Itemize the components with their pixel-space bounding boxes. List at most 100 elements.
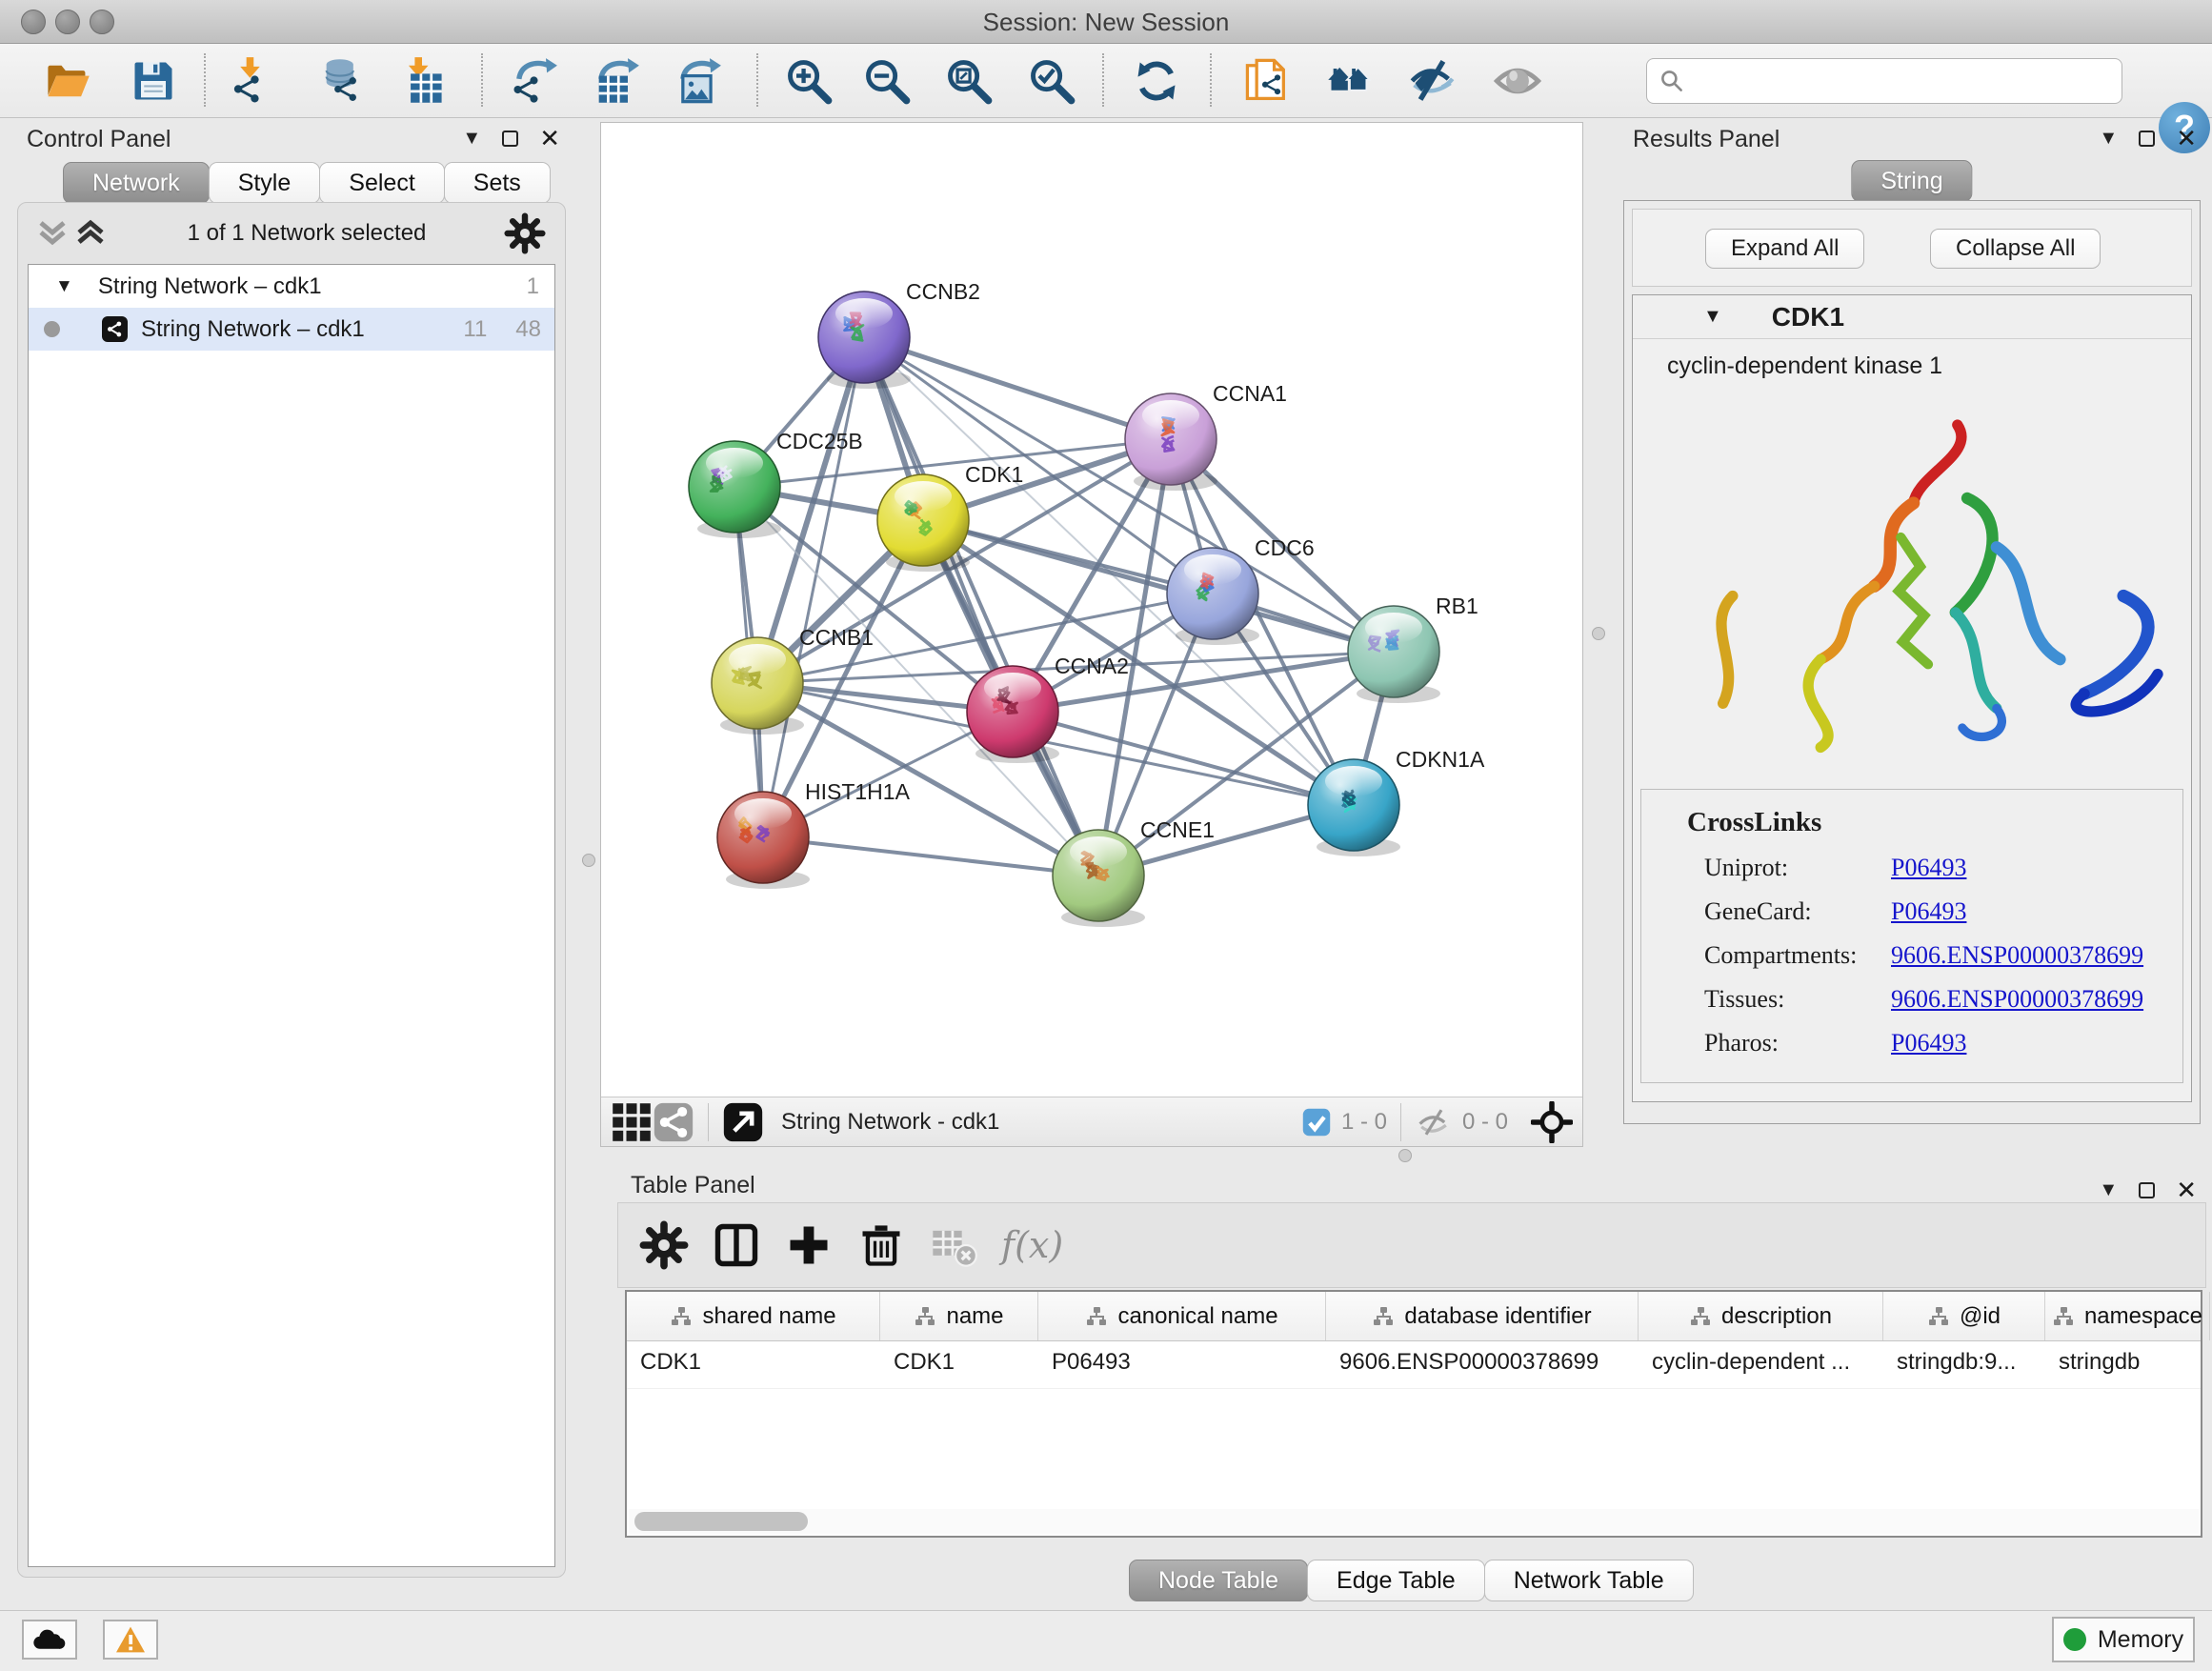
float-panel-icon[interactable] bbox=[502, 131, 518, 147]
collapse-panel-icon[interactable]: ▼ bbox=[462, 128, 481, 150]
show-panel-icon[interactable] bbox=[1487, 53, 1548, 109]
home-icon[interactable] bbox=[1319, 53, 1380, 109]
node-HIST1H1A[interactable] bbox=[717, 792, 810, 889]
node-CCNB1[interactable] bbox=[712, 637, 804, 735]
node-label-CDC25B: CDC25B bbox=[776, 429, 863, 453]
close-panel-icon[interactable]: ✕ bbox=[539, 126, 560, 151]
network-view-toolbar: String Network - cdk1 1 - 0 0 - 0 bbox=[601, 1097, 1582, 1146]
export-network-icon[interactable] bbox=[503, 53, 564, 109]
cloud-status-button[interactable] bbox=[22, 1620, 77, 1660]
node-CCNE1[interactable] bbox=[1053, 830, 1145, 927]
toolbar-divider bbox=[481, 53, 483, 107]
import-table-icon[interactable] bbox=[392, 53, 452, 109]
column-header-namespace[interactable]: namespace bbox=[2045, 1292, 2210, 1340]
import-database-icon[interactable] bbox=[312, 53, 373, 109]
table-row[interactable]: CDK1CDK1P064939606.ENSP00000378699cyclin… bbox=[627, 1341, 2201, 1389]
column-header-database-identifier[interactable]: database identifier bbox=[1326, 1292, 1639, 1340]
birds-eye-view-icon[interactable] bbox=[1531, 1101, 1573, 1143]
crosslink-link[interactable]: P06493 bbox=[1891, 897, 1966, 926]
node-CDK1[interactable] bbox=[877, 474, 970, 572]
delete-column-icon[interactable] bbox=[856, 1220, 906, 1270]
crosslink-label: Compartments: bbox=[1704, 941, 1891, 970]
selected-checkbox-icon[interactable] bbox=[1301, 1107, 1332, 1137]
node-CDKN1A[interactable] bbox=[1308, 759, 1400, 856]
network-options-gear-icon[interactable] bbox=[504, 212, 546, 254]
tab-network[interactable]: Network bbox=[63, 162, 210, 204]
tab-sets[interactable]: Sets bbox=[444, 162, 551, 204]
column-header-description[interactable]: description bbox=[1639, 1292, 1883, 1340]
right-splitter-handle[interactable] bbox=[1592, 627, 1605, 640]
expand-all-networks-icon[interactable] bbox=[71, 217, 110, 250]
zoom-selected-icon[interactable] bbox=[1021, 53, 1082, 109]
column-header-shared-name[interactable]: shared name bbox=[627, 1292, 880, 1340]
open-in-new-window-icon[interactable] bbox=[722, 1101, 764, 1143]
bottom-splitter-handle[interactable] bbox=[1398, 1149, 1412, 1162]
share-file-icon[interactable] bbox=[1237, 53, 1297, 109]
warnings-button[interactable] bbox=[103, 1620, 158, 1660]
close-panel-icon[interactable]: ✕ bbox=[2176, 126, 2197, 151]
scrollbar-thumb[interactable] bbox=[634, 1512, 808, 1531]
function-builder-icon[interactable]: f(x) bbox=[1001, 1224, 1063, 1266]
crosslink-link[interactable]: P06493 bbox=[1891, 1029, 1966, 1057]
create-column-icon[interactable] bbox=[784, 1220, 834, 1270]
tab-node-table[interactable]: Node Table bbox=[1129, 1560, 1308, 1601]
show-columns-icon[interactable] bbox=[712, 1220, 761, 1270]
node-RB1[interactable] bbox=[1348, 606, 1440, 703]
refresh-icon[interactable] bbox=[1126, 53, 1187, 109]
network-collection-label: String Network – cdk1 bbox=[98, 273, 322, 300]
search-icon bbox=[1659, 68, 1685, 94]
delete-table-icon[interactable] bbox=[929, 1220, 978, 1270]
network-collection-row[interactable]: ▼ String Network – cdk1 1 bbox=[29, 265, 554, 308]
zoom-in-icon[interactable] bbox=[778, 53, 839, 109]
column-header-name[interactable]: name bbox=[880, 1292, 1038, 1340]
expand-all-button[interactable]: Expand All bbox=[1705, 229, 1864, 269]
network-canvas[interactable]: CCNB2CCNA1CDC25BCDK1CDC6RB1CCNB1CCNA2CDK… bbox=[601, 123, 1582, 1097]
table-cell: CDK1 bbox=[627, 1341, 880, 1388]
search-input[interactable] bbox=[1693, 67, 2110, 95]
network-row-selected[interactable]: String Network – cdk1 11 48 bbox=[29, 308, 554, 351]
collapse-all-networks-icon[interactable] bbox=[33, 217, 71, 250]
export-image-icon[interactable] bbox=[667, 53, 728, 109]
tab-edge-table[interactable]: Edge Table bbox=[1307, 1560, 1485, 1601]
collapse-all-button[interactable]: Collapse All bbox=[1930, 229, 2101, 269]
network-share-icon[interactable] bbox=[653, 1101, 694, 1143]
crosslink-link[interactable]: 9606.ENSP00000378699 bbox=[1891, 941, 2143, 970]
save-session-icon[interactable] bbox=[123, 53, 184, 109]
tree-expand-icon[interactable]: ▼ bbox=[55, 276, 73, 297]
open-session-icon[interactable] bbox=[37, 53, 98, 109]
export-table-icon[interactable] bbox=[585, 53, 646, 109]
zoom-fit-icon[interactable] bbox=[938, 53, 999, 109]
column-header-@id[interactable]: @id bbox=[1883, 1292, 2045, 1340]
collapse-panel-icon[interactable]: ▼ bbox=[2099, 128, 2118, 150]
column-header-canonical-name[interactable]: canonical name bbox=[1038, 1292, 1326, 1340]
node-CDC25B[interactable] bbox=[689, 441, 781, 538]
tab-network-table[interactable]: Network Table bbox=[1484, 1560, 1694, 1601]
grid-view-icon[interactable] bbox=[611, 1101, 653, 1143]
tab-string[interactable]: String bbox=[1851, 160, 1972, 202]
hide-panel-icon[interactable] bbox=[1401, 53, 1462, 109]
float-panel-icon[interactable] bbox=[2139, 131, 2155, 147]
tab-style[interactable]: Style bbox=[209, 162, 321, 204]
table-options-gear-icon[interactable] bbox=[639, 1220, 689, 1270]
float-panel-icon[interactable] bbox=[2139, 1182, 2155, 1198]
zoom-out-icon[interactable] bbox=[856, 53, 917, 109]
import-network-icon[interactable] bbox=[220, 53, 281, 109]
crosslink-link[interactable]: 9606.ENSP00000378699 bbox=[1891, 985, 2143, 1014]
left-splitter-handle[interactable] bbox=[582, 854, 595, 867]
crosslink-row: Tissues:9606.ENSP00000378699 bbox=[1641, 985, 2182, 1014]
table-cell: P06493 bbox=[1038, 1341, 1326, 1388]
section-collapse-icon[interactable]: ▼ bbox=[1703, 306, 1722, 328]
tab-select[interactable]: Select bbox=[319, 162, 444, 204]
table-cell: 9606.ENSP00000378699 bbox=[1326, 1341, 1639, 1388]
node-CDC6[interactable] bbox=[1167, 548, 1259, 645]
selected-counts: 1 - 0 bbox=[1341, 1109, 1387, 1136]
gene-section-header[interactable]: ▼ CDK1 bbox=[1633, 295, 2191, 339]
node-label-CDKN1A: CDKN1A bbox=[1396, 747, 1485, 772]
collapse-panel-icon[interactable]: ▼ bbox=[2099, 1179, 2118, 1201]
crosslink-label: GeneCard: bbox=[1704, 897, 1891, 926]
memory-button[interactable]: Memory bbox=[2052, 1617, 2195, 1662]
node-CCNA1[interactable] bbox=[1125, 393, 1217, 491]
crosslink-link[interactable]: P06493 bbox=[1891, 854, 1966, 882]
close-panel-icon[interactable]: ✕ bbox=[2176, 1178, 2197, 1202]
protein-structure-image bbox=[1661, 386, 2192, 767]
